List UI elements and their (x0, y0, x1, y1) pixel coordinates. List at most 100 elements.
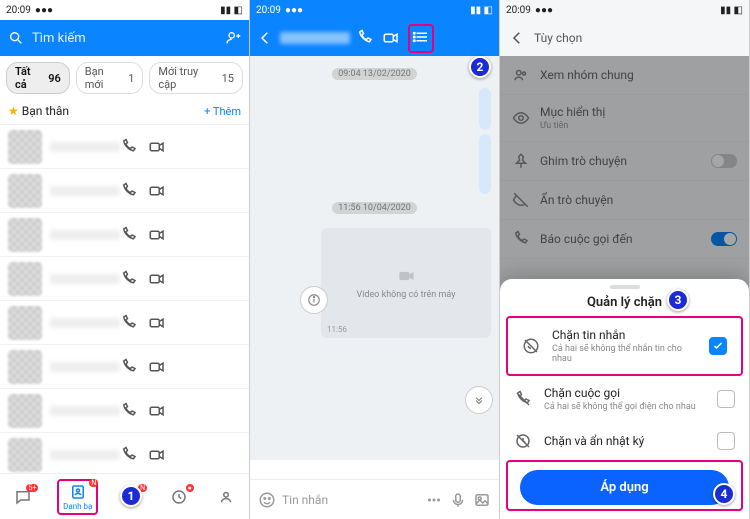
pane-options: 20:09 ●●● ▮▮ ◧ Tùy chọn Xem nhóm chung M… (500, 0, 750, 519)
list-item[interactable] (0, 213, 249, 257)
block-sheet: Quản lý chặn 3 Chặn tin nhắnCả hai sẽ kh… (500, 279, 749, 519)
block-log-checkbox[interactable] (717, 432, 735, 450)
time-pill: 11:56 10/04/2020 (332, 202, 417, 214)
tab-new[interactable]: Bạn mới 1 (76, 62, 144, 94)
time-pill: 09:04 13/02/2020 (332, 68, 417, 80)
tab-recent[interactable]: Mới truy cập 15 (149, 62, 243, 94)
contact-name (50, 318, 120, 328)
message-bubble[interactable] (479, 88, 491, 130)
list-item[interactable] (0, 389, 249, 433)
contact-name (50, 186, 120, 196)
apply-button[interactable]: Áp dụng (520, 470, 729, 505)
chat-body: 09:04 13/02/2020 11:56 10/04/2020 Video … (250, 56, 499, 460)
call-icon[interactable] (120, 138, 138, 156)
call-icon[interactable] (120, 358, 138, 376)
annotation-1: 1 (120, 485, 142, 507)
block-call-checkbox[interactable] (717, 390, 735, 408)
avatar (8, 350, 42, 384)
avatar (8, 306, 42, 340)
video-time: 11:56 (327, 325, 347, 334)
badge: ● (186, 484, 194, 492)
sticker-icon[interactable] (258, 491, 276, 509)
options-title: Tùy chọn (534, 31, 582, 45)
block-calls-row[interactable]: Chặn cuộc gọiCả hai sẽ không thể gọi điệ… (500, 376, 749, 422)
add-friend-icon[interactable] (225, 30, 241, 46)
list-item[interactable] (0, 169, 249, 213)
mic-icon[interactable] (449, 491, 467, 509)
call-icon[interactable] (356, 29, 374, 47)
call-icon[interactable] (120, 270, 138, 288)
call-icon[interactable] (120, 182, 138, 200)
call-icon[interactable] (120, 314, 138, 332)
image-icon[interactable] (473, 491, 491, 509)
scroll-down-icon[interactable] (465, 386, 493, 414)
back-icon[interactable] (508, 29, 526, 47)
videocall-icon[interactable] (382, 29, 400, 47)
contact-name (50, 406, 120, 416)
list-item[interactable] (0, 125, 249, 169)
chat-title (280, 32, 350, 44)
video-placeholder[interactable]: Video không có trên máy 11:56 (321, 228, 491, 338)
profile-icon (217, 488, 235, 506)
menu-list-icon (412, 28, 430, 46)
call-icon[interactable] (120, 226, 138, 244)
status-bar: 20:09 ●●● ▮▮ ◧ (500, 0, 749, 20)
avatar (8, 218, 42, 252)
annotation-4: 4 (713, 483, 735, 505)
list-item[interactable] (0, 301, 249, 345)
tab-all[interactable]: Tất cả 96 (6, 62, 70, 94)
friends-section: ★ Bạn thân + Thêm (0, 100, 249, 124)
back-icon[interactable] (256, 29, 274, 47)
chat-header (250, 20, 499, 56)
video-missing-text: Video không có trên máy (357, 290, 456, 300)
avatar (8, 438, 42, 472)
video-icon[interactable] (148, 226, 166, 244)
video-icon[interactable] (148, 358, 166, 376)
avatar (8, 394, 42, 428)
nav-messages[interactable]: 5+ (10, 486, 36, 508)
list-item[interactable] (0, 345, 249, 389)
list-item[interactable] (0, 257, 249, 301)
info-icon[interactable] (300, 286, 328, 314)
video-icon[interactable] (148, 138, 166, 156)
annotation-3: 3 (667, 289, 689, 311)
nav-contacts[interactable]: Danh bạN (57, 479, 98, 515)
video-icon[interactable] (148, 446, 166, 464)
video-icon[interactable] (148, 182, 166, 200)
status-bar: 20:09 ●●● ▮▮ ◧ (0, 0, 249, 20)
sheet-title: Quản lý chặn 3 (500, 291, 749, 316)
call-icon[interactable] (120, 402, 138, 420)
contact-name (50, 230, 120, 240)
sheet-handle[interactable] (610, 285, 640, 289)
message-bubble[interactable] (479, 134, 491, 194)
contact-name (50, 362, 120, 372)
contact-name (50, 142, 120, 152)
block-log-row[interactable]: Chặn và ẩn nhật ký (500, 422, 749, 460)
nav-more[interactable] (213, 486, 239, 508)
more-icon[interactable] (425, 491, 443, 509)
list-item[interactable] (0, 433, 249, 477)
chat-options-button[interactable] (408, 24, 434, 53)
block-messages-row[interactable]: Chặn tin nhắnCả hai sẽ không thể nhắn ti… (508, 318, 741, 374)
block-msg-checkbox[interactable] (709, 337, 727, 355)
video-icon[interactable] (148, 314, 166, 332)
search-placeholder: Tìm kiếm (32, 31, 217, 46)
message-input[interactable]: Tin nhắn (282, 493, 419, 507)
add-friend-link[interactable]: + Thêm (204, 105, 241, 118)
pane-contacts: 20:09 ●●● ▮▮ ◧ Tìm kiếm Tất cả 96 Bạn mớ… (0, 0, 250, 519)
status-time: 20:09 (6, 5, 31, 16)
contact-name (50, 274, 120, 284)
call-icon[interactable] (120, 446, 138, 464)
avatar (8, 262, 42, 296)
badge: N (89, 479, 98, 487)
clock-icon (170, 488, 188, 506)
video-icon[interactable] (148, 270, 166, 288)
nav-timeline[interactable]: ● (166, 486, 192, 508)
status-time: 20:09 (256, 5, 281, 16)
block-call-icon (514, 390, 532, 408)
video-icon[interactable] (148, 402, 166, 420)
block-msg-icon (522, 337, 540, 355)
search-bar[interactable]: Tìm kiếm (0, 20, 249, 56)
pane-chat: 20:09 ●●● ▮▮ ◧ 09:04 13/02/2020 11:56 10… (250, 0, 500, 519)
filter-tabs: Tất cả 96 Bạn mới 1 Mới truy cập 15 (0, 56, 249, 100)
